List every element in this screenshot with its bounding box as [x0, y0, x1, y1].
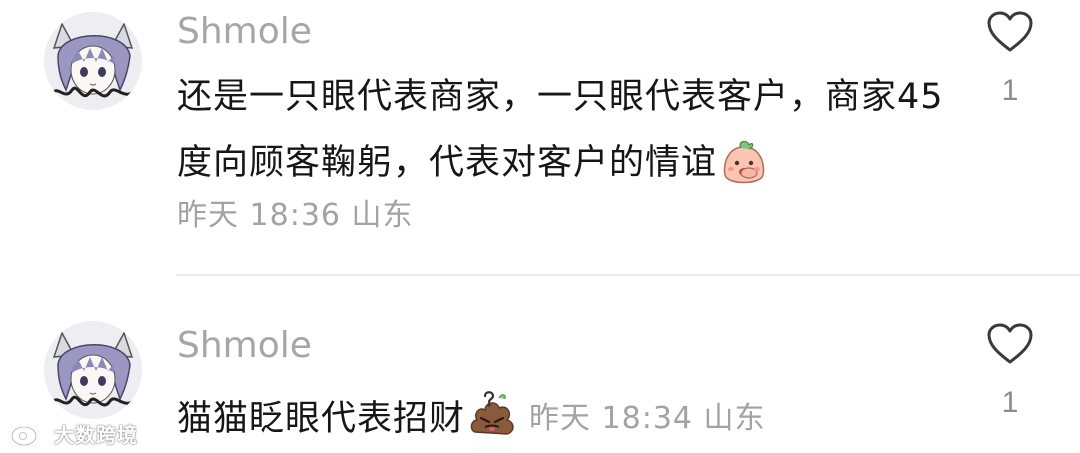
anime-avatar-icon [44, 321, 142, 419]
username[interactable]: Shmole [177, 12, 312, 52]
comment-text-content: 还是一只眼代表商家，一只眼代表客户，商家45度向顾客鞠躬，代表对客户的情谊 [177, 77, 944, 183]
comment-text-content: 猫猫眨眼代表招财 [177, 398, 466, 439]
peach-cover-mouth-emoji-icon [723, 140, 765, 184]
comment-text: 还是一只眼代表商家，一只眼代表客户，商家45度向顾客鞠躬，代表对客户的情谊 [177, 64, 947, 196]
avatar[interactable] [44, 12, 142, 110]
like-count: 1 [1001, 74, 1019, 107]
username[interactable]: Shmole [177, 326, 312, 366]
heart-icon[interactable] [986, 322, 1034, 366]
like-button[interactable]: 1 [980, 10, 1040, 108]
comment-meta: 昨天 18:34 山东 [529, 401, 766, 436]
watermark-text: 大数跨境 [54, 423, 138, 447]
confused-poop-emoji-icon [470, 391, 514, 435]
comment-line: 猫猫眨眼代表招财 昨天 18:34 山东 [177, 383, 766, 447]
anime-avatar-icon [44, 12, 142, 110]
weibo-logo-icon [10, 423, 50, 446]
avatar[interactable] [44, 321, 142, 419]
heart-icon[interactable] [986, 10, 1034, 54]
like-button[interactable]: 1 [980, 322, 1040, 420]
like-count: 1 [1001, 386, 1019, 419]
watermark: 大数跨境 [10, 419, 138, 448]
comment-item: Shmole 还是一只眼代表商家，一只眼代表客户，商家45度向顾客鞠躬，代表对客… [0, 0, 1080, 274]
comment-meta: 昨天 18:36 山东 [177, 198, 414, 233]
comment-item: Shmole 猫猫眨眼代表招财 昨天 18:34 山东 1 [0, 276, 1080, 453]
